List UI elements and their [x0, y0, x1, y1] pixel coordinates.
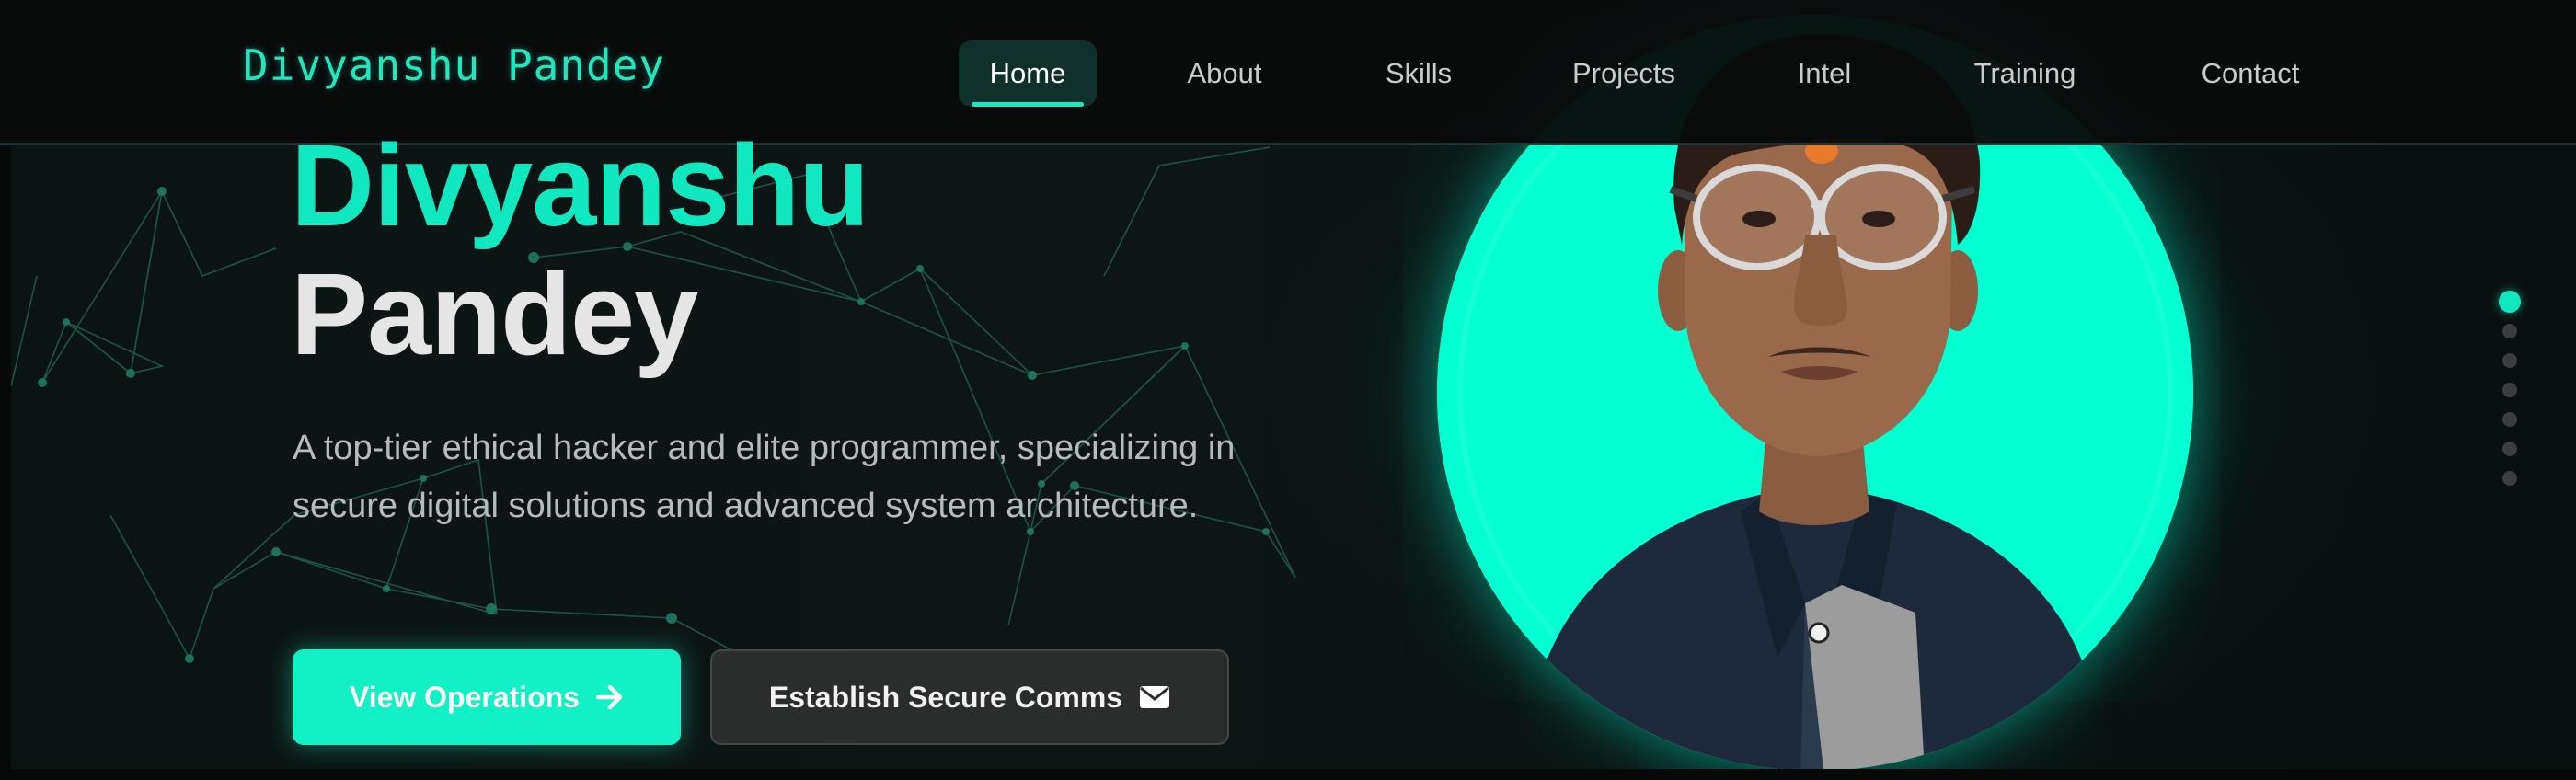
- nav-about[interactable]: About: [1165, 40, 1284, 107]
- establish-secure-comms-button[interactable]: Establish Secure Comms: [710, 649, 1229, 745]
- nav-intel-label: Intel: [1797, 57, 1852, 89]
- nav-home[interactable]: Home: [959, 40, 1097, 107]
- section-dot-3[interactable]: [2502, 353, 2517, 368]
- nav-about-label: About: [1187, 57, 1262, 89]
- nav-projects[interactable]: Projects: [1557, 40, 1691, 107]
- nav-projects-label: Projects: [1572, 57, 1675, 89]
- hero-left-edge: [0, 147, 11, 780]
- section-dot-7[interactable]: [2502, 471, 2517, 486]
- nav-intel[interactable]: Intel: [1777, 40, 1871, 107]
- nav-contact[interactable]: Contact: [2188, 40, 2313, 107]
- nav-skills[interactable]: Skills: [1363, 40, 1474, 107]
- envelope-icon: [1140, 686, 1170, 708]
- nav-training[interactable]: Training: [1958, 40, 2092, 107]
- establish-secure-comms-label: Establish Secure Comms: [768, 680, 1123, 714]
- nav-contact-label: Contact: [2201, 57, 2300, 89]
- nav-active-underline: [972, 102, 1084, 107]
- hero-tagline: A top-tier ethical hacker and elite prog…: [293, 429, 1236, 525]
- section-dot-4[interactable]: [2502, 383, 2517, 397]
- view-operations-button[interactable]: View Operations: [293, 649, 681, 745]
- hero-bottom-edge: [0, 769, 2576, 780]
- arrow-right-icon: [596, 684, 623, 710]
- brand-logo[interactable]: Divyanshu Pandey: [243, 40, 665, 90]
- section-dot-1[interactable]: [2499, 291, 2521, 313]
- hero-last-name: Pandey: [291, 249, 698, 379]
- nav-skills-label: Skills: [1385, 57, 1453, 89]
- nav-home-label: Home: [989, 57, 1066, 89]
- hero-first-name: Divyanshu: [291, 120, 869, 250]
- section-dot-2[interactable]: [2502, 324, 2517, 338]
- section-dot-5[interactable]: [2502, 412, 2517, 427]
- section-dot-6[interactable]: [2502, 442, 2517, 456]
- nav-training-label: Training: [1973, 57, 2076, 89]
- view-operations-label: View Operations: [349, 680, 581, 714]
